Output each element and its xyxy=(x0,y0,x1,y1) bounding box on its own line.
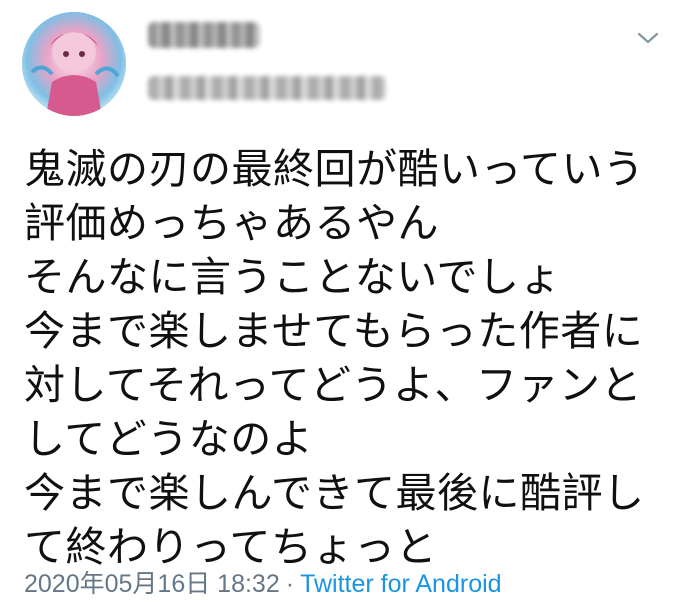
user-handle-redacted[interactable] xyxy=(148,76,386,100)
tweet-text-line: 対してそれってどうよ、ファンと xyxy=(24,361,642,409)
avatar-image xyxy=(22,12,126,116)
tweet-text-line: してどうなのよ xyxy=(24,415,314,463)
tweet-timestamp[interactable]: 2020年05月16日 18:32 xyxy=(24,570,280,598)
tweet-text: 鬼滅の刃の最終回が酷いっていう 評価めっちゃあるやん そんなに言うことないでしょ… xyxy=(24,142,664,574)
tweet-text-line: 鬼滅の刃の最終回が酷いっていう xyxy=(24,145,645,193)
tweet-card: 鬼滅の刃の最終回が酷いっていう 評価めっちゃあるやん そんなに言うことないでしょ… xyxy=(0,0,680,613)
meta-separator: · xyxy=(285,570,295,598)
tweet-text-line: 今まで楽しませてもらった作者に xyxy=(24,307,644,355)
tweet-text-line: て終わりってちょっと xyxy=(24,523,437,571)
tweet-text-line: 評価めっちゃあるやん xyxy=(24,199,439,247)
tweet-source-link[interactable]: Twitter for Android xyxy=(300,570,501,598)
tweet-text-line: 今まで楽しんできて最後に酷評し xyxy=(24,469,645,517)
avatar[interactable] xyxy=(22,12,126,116)
chevron-down-icon xyxy=(637,32,659,44)
tweet-meta: 2020年05月16日 18:32 · Twitter for Android xyxy=(24,568,502,600)
tweet-menu-button[interactable] xyxy=(636,28,660,48)
tweet-text-line: そんなに言うことないでしょ xyxy=(24,253,562,301)
display-name-redacted[interactable] xyxy=(148,22,260,48)
